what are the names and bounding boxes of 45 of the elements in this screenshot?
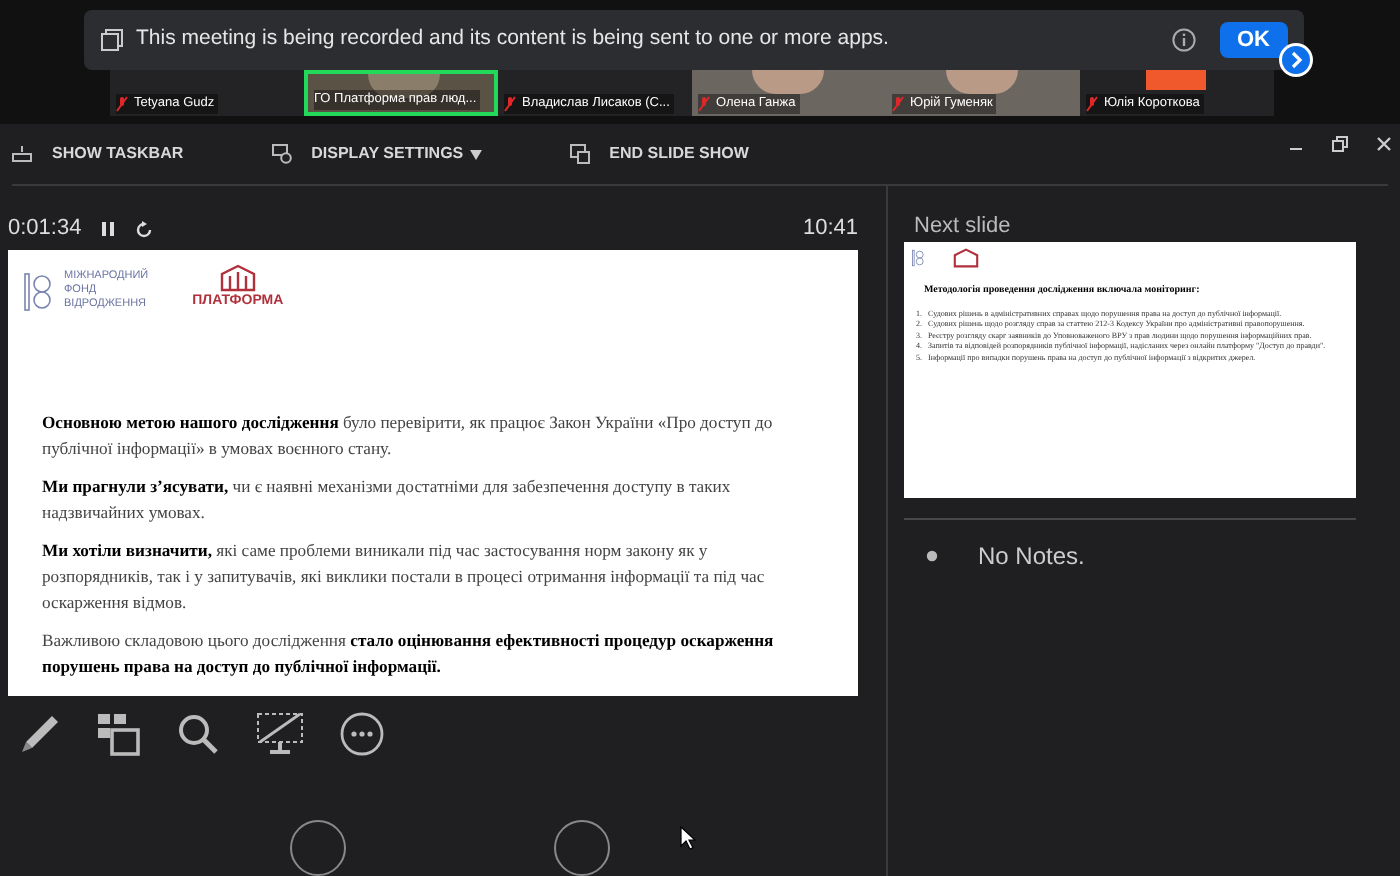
caret-icon — [469, 149, 482, 159]
mouse-cursor-icon — [680, 826, 696, 850]
reset-icon[interactable] — [133, 219, 154, 240]
elapsed-timer: 0:01:34 — [8, 214, 82, 245]
previous-slide-button[interactable] — [290, 820, 346, 876]
info-icon[interactable] — [1171, 28, 1195, 52]
notification-text: This meeting is being recorded and its content is being sent to one or more apps. — [136, 24, 891, 55]
foundation-logo-icon — [912, 248, 924, 268]
foundation-logo-icon — [24, 271, 52, 312]
notes-text: No Notes. — [978, 540, 1085, 574]
photo-placeholder — [752, 70, 824, 94]
restore-icon[interactable] — [1332, 136, 1348, 152]
toolbar-button[interactable]: END SLIDE SHOW — [569, 142, 749, 166]
toolbar-button[interactable]: SHOW TASKBAR — [12, 142, 184, 166]
slide-paragraph: Важливою складовою цього дослідження стало оцінювання ефективності процедур оскарження порушень права на доступ до публічної інформації. — [42, 628, 776, 681]
ok-button[interactable]: OK — [1219, 22, 1288, 58]
muted-mic-icon — [892, 96, 904, 113]
building-logo-icon — [217, 263, 258, 292]
building-logo-icon — [952, 248, 980, 268]
display-icon — [271, 144, 292, 164]
next-slide-button[interactable] — [554, 820, 610, 876]
toolbar-button[interactable]: DISPLAY SETTINGS — [271, 142, 482, 166]
clock-time: 10:41 — [802, 214, 858, 245]
muted-mic-icon — [698, 96, 710, 113]
search-icon[interactable] — [176, 712, 220, 756]
muted-mic-icon — [116, 96, 128, 113]
muted-mic-icon — [504, 96, 516, 113]
copy-icon — [100, 28, 124, 52]
grid-icon[interactable] — [96, 712, 140, 756]
photo-placeholder — [946, 70, 1018, 94]
taskbar-icon — [12, 146, 32, 162]
slide-paragraph: Ми хотіли визначити, які саме проблеми виникали під час застосування норм закону як у розпорядників, так і у запитувачів, які виклики постали в процесі отримання інформації та під час оскарження відмов. — [42, 538, 767, 617]
more-icon[interactable] — [340, 712, 384, 756]
end-show-icon — [569, 144, 590, 164]
muted-mic-icon — [1086, 96, 1098, 113]
bullet-icon — [926, 550, 938, 562]
next-slide-label: Next slide — [912, 212, 1013, 242]
close-icon[interactable] — [1376, 136, 1392, 152]
next-page-icon[interactable] — [1278, 42, 1314, 78]
slide-paragraph: Основною метою нашого дослідження було перевірити, як працює Закон України «Про доступ до публічної інформації» в умовах воєнного стану. — [42, 410, 775, 463]
monitor-icon[interactable] — [256, 712, 304, 756]
pen-icon[interactable] — [16, 712, 60, 756]
avatar-tile — [1146, 70, 1206, 90]
slide-paragraph: Ми прагнули з’ясувати, чи є наявні механізми достатніми для забезпечення доступу в таких надзвичайних умовах. — [42, 474, 733, 527]
pause-icon[interactable] — [99, 220, 116, 239]
